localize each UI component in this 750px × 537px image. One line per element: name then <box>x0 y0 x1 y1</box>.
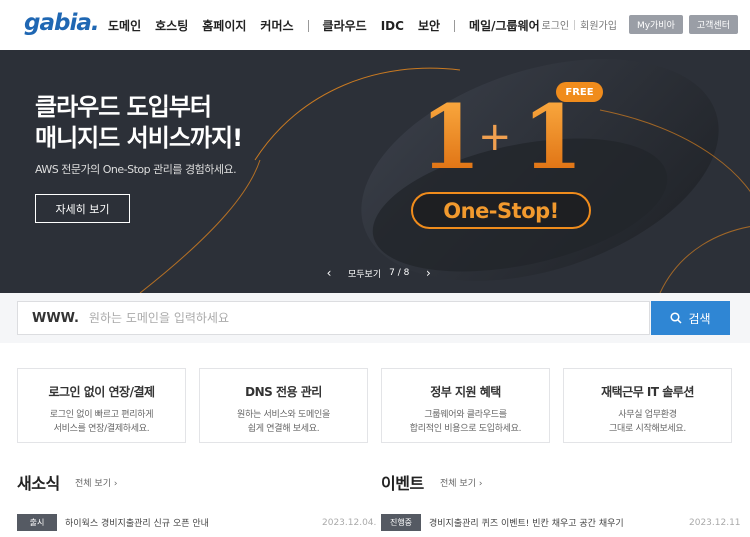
card-desc-line: 로그인 없이 빠르고 편리하게 <box>49 410 154 420</box>
join-link[interactable]: 회원가입 <box>580 17 617 32</box>
card-title: 재택근무 IT 솔루션 <box>601 385 694 399</box>
view-all-link[interactable]: 모두보기 <box>348 267 381 280</box>
card-title: DNS 전용 관리 <box>245 385 322 399</box>
search-icon <box>670 312 682 324</box>
nav-item-cloud[interactable]: 클라우드 <box>323 17 367 34</box>
news-item-date: 2023.12.04. <box>322 518 377 528</box>
card-desc-line: 그대로 시작해보세요. <box>609 424 686 434</box>
nav-item-hosting[interactable]: 호스팅 <box>155 17 188 34</box>
events-view-all-label: 전체 보기 <box>440 479 476 489</box>
nav-item-domain[interactable]: 도메인 <box>108 17 141 34</box>
news-badge: 출시 <box>17 514 57 531</box>
slide-counter: 7 / 8 <box>389 268 410 278</box>
nav-item-mail-groupware[interactable]: 메일/그룹웨어 <box>469 17 540 34</box>
nav-divider <box>454 19 456 32</box>
news-item-text: 하이웍스 경비지출관리 신규 오픈 안내 <box>65 519 209 529</box>
promo-one-left: 1 <box>420 85 481 189</box>
news-item[interactable]: 출시 하이웍스 경비지출관리 신규 오픈 안내 <box>17 514 209 531</box>
util-divider <box>574 19 576 30</box>
banner-subtitle: AWS 전문가의 One-Stop 관리를 경험하세요. <box>35 163 237 176</box>
free-badge: FREE <box>556 82 603 102</box>
card-desc-line: 원하는 서비스와 도메인을 <box>237 410 330 420</box>
banner-title: 클라우드 도입부터 매니지드 서비스까지! <box>35 92 243 154</box>
banner-pager: ‹ 모두보기 7 / 8 › <box>322 266 435 280</box>
news-view-all-label: 전체 보기 <box>75 479 111 489</box>
card-government-support[interactable]: 정부 지원 혜택 그룹웨어와 클라우드를 합리적인 비용으로 도입하세요. <box>381 368 550 443</box>
nav-item-security[interactable]: 보안 <box>418 17 440 34</box>
card-renew-payment[interactable]: 로그인 없이 연장/결제 로그인 없이 빠르고 편리하게 서비스를 연장/결제하… <box>17 368 186 443</box>
quick-service-cards: 로그인 없이 연장/결제 로그인 없이 빠르고 편리하게 서비스를 연장/결제하… <box>17 368 733 443</box>
www-prefix: www. <box>32 310 79 326</box>
card-remote-work[interactable]: 재택근무 IT 솔루션 사무실 업무환경 그대로 시작해보세요. <box>563 368 732 443</box>
banner-title-line2: 매니지드 서비스까지! <box>35 124 243 152</box>
card-desc: 그룹웨어와 클라우드를 합리적인 비용으로 도입하세요. <box>382 408 549 436</box>
card-dns[interactable]: DNS 전용 관리 원하는 서비스와 도메인을 쉽게 연결해 보세요. <box>199 368 368 443</box>
card-desc-line: 그룹웨어와 클라우드를 <box>424 410 507 420</box>
hero-banner[interactable]: 1 + 1 클라우드 도입부터 매니지드 서비스까지! AWS 전문가의 One… <box>0 50 750 293</box>
main-nav: 도메인 호스팅 홈페이지 커머스 클라우드 IDC 보안 메일/그룹웨어 <box>108 17 554 34</box>
domain-search-box: www. <box>17 301 650 335</box>
search-button[interactable]: 검색 <box>651 301 730 335</box>
header: gabia. 도메인 호스팅 홈페이지 커머스 클라우드 IDC 보안 메일/그… <box>0 0 750 50</box>
news-section-title: 새소식 <box>17 474 60 493</box>
nav-item-commerce[interactable]: 커머스 <box>260 17 293 34</box>
card-desc: 사무실 업무환경 그대로 시작해보세요. <box>564 408 731 436</box>
card-desc-line: 사무실 업무환경 <box>618 410 677 420</box>
card-title: 정부 지원 혜택 <box>430 385 501 399</box>
card-desc-line: 서비스를 연장/결제하세요. <box>53 424 150 434</box>
card-title: 로그인 없이 연장/결제 <box>48 385 155 399</box>
mygabia-button[interactable]: My가비아 <box>628 15 683 34</box>
news-view-all-link[interactable]: 전체 보기 › <box>75 476 117 489</box>
events-view-all-link[interactable]: 전체 보기 › <box>440 476 482 489</box>
banner-title-line1: 클라우드 도입부터 <box>35 93 212 121</box>
promo-plus: + <box>478 114 512 160</box>
card-desc: 로그인 없이 빠르고 편리하게 서비스를 연장/결제하세요. <box>18 408 185 436</box>
chevron-right-icon: › <box>113 479 118 489</box>
gabia-logo[interactable]: gabia. <box>24 10 100 36</box>
nav-divider <box>307 19 309 32</box>
nav-item-idc[interactable]: IDC <box>381 19 404 33</box>
event-badge: 진행중 <box>381 514 421 531</box>
nav-item-homepage[interactable]: 홈페이지 <box>202 17 246 34</box>
chevron-right-icon: › <box>478 479 483 489</box>
chevron-left-icon[interactable]: ‹ <box>322 266 336 280</box>
event-item[interactable]: 진행중 경비지출관리 퀴즈 이벤트! 빈칸 채우고 공간 채우기 <box>381 514 624 531</box>
support-button[interactable]: 고객센터 <box>688 15 738 34</box>
domain-search-section: www. 검색 <box>0 293 750 343</box>
onestop-pill: One-Stop! <box>411 192 591 229</box>
card-desc-line: 합리적인 비용으로 도입하세요. <box>409 424 522 434</box>
chevron-right-icon[interactable]: › <box>421 266 435 280</box>
search-button-label: 검색 <box>688 311 711 326</box>
event-item-date: 2023.12.11 <box>689 518 741 528</box>
utility-nav: 로그인 회원가입 My가비아 고객센터 <box>542 15 738 34</box>
banner-detail-button[interactable]: 자세히 보기 <box>35 194 130 223</box>
domain-search-input[interactable] <box>88 311 629 325</box>
card-desc-line: 쉽게 연결해 보세요. <box>247 424 320 434</box>
card-desc: 원하는 서비스와 도메인을 쉽게 연결해 보세요. <box>200 408 367 436</box>
login-link[interactable]: 로그인 <box>542 17 570 32</box>
event-item-text: 경비지출관리 퀴즈 이벤트! 빈칸 채우고 공간 채우기 <box>429 519 624 529</box>
events-section-title: 이벤트 <box>381 474 424 493</box>
